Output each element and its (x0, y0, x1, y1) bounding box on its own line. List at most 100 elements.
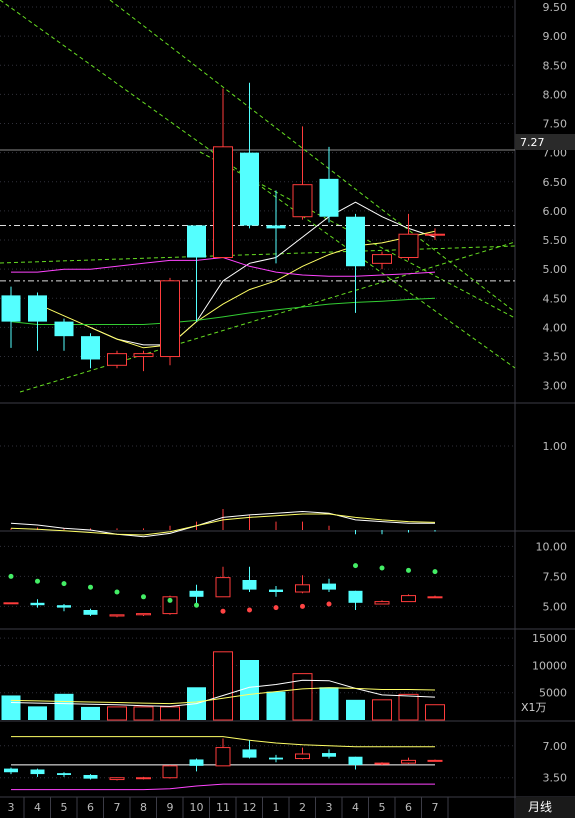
y-tick-label: 10000 (532, 659, 567, 672)
volume-bar-down (346, 699, 365, 720)
x-tick-label: 6 (405, 801, 412, 814)
candle-body-down (242, 580, 257, 590)
sar-dot (353, 563, 358, 569)
candle-body-down (28, 295, 47, 322)
sar-dot (300, 603, 305, 609)
y-tick-label: 7.50 (543, 118, 568, 131)
y-tick-label: 9.50 (543, 1, 568, 14)
candle-body-down (57, 605, 71, 608)
y-tick-label: 6.00 (543, 205, 568, 218)
sar-dot (379, 565, 385, 571)
candle-body-down (348, 756, 363, 765)
volume-bar-down (319, 687, 339, 720)
x-tick-label: 2 (299, 801, 306, 814)
sar-dot (194, 602, 199, 608)
y-tick-label: 4.50 (543, 292, 568, 305)
y-tick-label: 5000 (539, 687, 567, 700)
sar-dot (114, 589, 120, 595)
sar-dot (273, 605, 279, 611)
volume-bar-up (160, 706, 180, 721)
candle-body-down (319, 178, 339, 217)
y-tick-label: 3.50 (543, 772, 568, 785)
volume-bar-up (425, 704, 445, 721)
y-tick-label: 9.00 (543, 30, 568, 43)
candle-body-down (4, 768, 18, 773)
volume-bar-up (133, 706, 154, 721)
volume-bar-down (240, 660, 259, 720)
volume-bar-down (28, 706, 47, 720)
candle-body-up (292, 184, 313, 218)
y-tick-label: 6.50 (543, 176, 568, 189)
chart-stage: 9.50 9.00 8.50 8.00 7.50 7.00 6.50 6.00 5.50 5.00… (0, 0, 575, 818)
sar-dot (141, 594, 146, 600)
candle-body-up (427, 596, 443, 599)
x-tick-label: 3 (326, 801, 333, 814)
candle-body-up (295, 584, 310, 593)
x-tick-label: 12 (243, 801, 257, 814)
candle-body-down (269, 589, 283, 592)
period-label: 月线 (528, 800, 552, 814)
candle-body-up (374, 601, 390, 605)
y-tick-label: 4.00 (543, 321, 568, 334)
y-tick-label: 8.50 (543, 59, 568, 72)
candle-body-down (57, 773, 71, 775)
sar-dot (88, 584, 93, 590)
candle-body-up (215, 747, 231, 767)
volume-bar-up (213, 651, 233, 721)
volume-bar-down (266, 691, 286, 720)
candle-body-up (398, 233, 419, 259)
candle-body-down (30, 769, 45, 775)
candle-body-up (160, 280, 180, 358)
volume-bar-up (372, 699, 392, 721)
sar-dot (247, 607, 252, 613)
candle-body-up (425, 233, 445, 236)
candle-body-down (266, 225, 286, 229)
x-tick-label: 1 (273, 801, 280, 814)
candle-body-up (401, 595, 416, 603)
candle-body-up (213, 146, 233, 259)
x-tick-label: 5 (61, 801, 68, 814)
candle-body-down (1, 295, 21, 322)
candle-body-down (81, 336, 100, 360)
candle-body-down (322, 583, 336, 590)
y-tick-label: 3.00 (543, 380, 568, 393)
candle-body-down (83, 774, 98, 779)
candle-body-up (162, 765, 178, 779)
sar-dot (220, 608, 226, 614)
x-tick-label: 9 (167, 801, 174, 814)
candle-body-down (189, 759, 204, 766)
candle-body-down (189, 590, 204, 597)
x-tick-label: 6 (87, 801, 94, 814)
candle-body-down (30, 602, 45, 606)
candle-body-up (374, 762, 390, 765)
volume-bar-down (54, 693, 74, 720)
volume-bar-down (1, 695, 21, 720)
candle-body-down (83, 610, 98, 615)
candle-body-up (295, 753, 310, 760)
y-tick-label: 5.00 (543, 600, 568, 613)
y-tick-label: 5.00 (543, 263, 568, 276)
volume-unit-label: X1万 (521, 701, 547, 714)
y-tick-label: 7.50 (543, 570, 568, 583)
candle-body-up (136, 613, 151, 616)
volume-bar-up (107, 706, 127, 721)
y-tick-label: 8.00 (543, 88, 568, 101)
y-tick-label: 3.50 (543, 351, 568, 364)
sar-dot (432, 569, 438, 575)
chart-background (0, 0, 575, 818)
candle-body-down (269, 757, 283, 760)
y-tick-label: 10.00 (536, 540, 568, 553)
x-tick-label: 4 (34, 801, 41, 814)
candle-body-up (133, 353, 154, 358)
x-tick-label: 3 (8, 801, 15, 814)
volume-bar-up (398, 693, 419, 721)
candle-body-down (242, 749, 257, 758)
sar-dot (8, 573, 14, 579)
x-tick-label: 8 (140, 801, 147, 814)
price-marker-label: 7.27 (520, 136, 545, 149)
x-tick-label: 10 (190, 801, 204, 814)
candle-body-up (427, 759, 443, 762)
sar-dot (326, 601, 332, 607)
candle-body-up (3, 602, 19, 605)
candle-body-up (372, 254, 392, 264)
